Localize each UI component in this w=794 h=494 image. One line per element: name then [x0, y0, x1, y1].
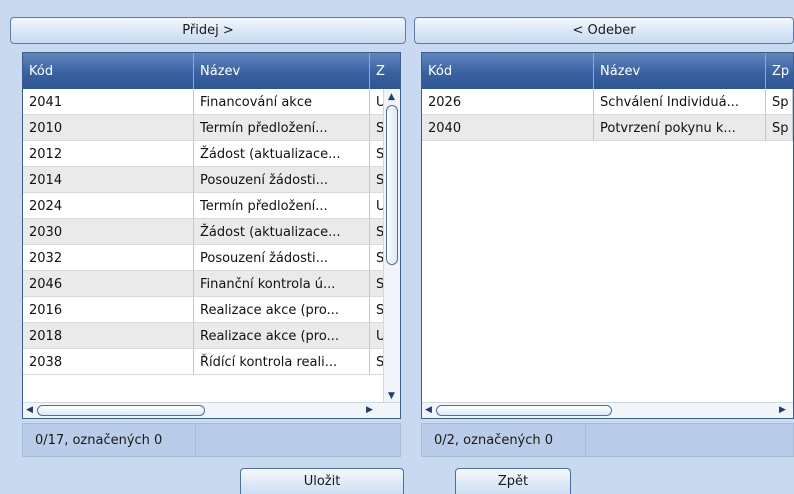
- column-header-name[interactable]: Název: [594, 53, 766, 89]
- name-cell: Posouzení žádosti...: [194, 245, 370, 271]
- name-cell: Žádost (aktualizace...: [194, 219, 370, 245]
- grid-rows: 2026 Schválení Individuá... Sp 2040 Potvrzen…: [422, 89, 793, 141]
- horizontal-scroll-thumb[interactable]: [37, 405, 205, 416]
- table-row[interactable]: 2038 Řídící kontrola reali... S: [23, 349, 400, 375]
- code-cell: 2041: [23, 89, 194, 115]
- name-cell: Financování akce: [194, 89, 370, 115]
- right-selection-count: 0/2, označených 0: [422, 424, 586, 456]
- code-cell: 2038: [23, 349, 194, 375]
- selected-items-grid[interactable]: Kód Název Zp 2026 Schválení Individuá... S…: [421, 52, 794, 419]
- name-cell: Posouzení žádosti...: [194, 167, 370, 193]
- code-cell: 2018: [23, 323, 194, 349]
- table-row[interactable]: 2016 Realizace akce (pro... S: [23, 297, 400, 323]
- add-button[interactable]: Přidej >: [10, 17, 406, 44]
- name-cell: Finanční kontrola ú...: [194, 271, 370, 297]
- extra-cell: Sp: [766, 89, 793, 115]
- scroll-left-arrow-icon[interactable]: ◀: [26, 405, 33, 415]
- name-cell: Žádost (aktualizace...: [194, 141, 370, 167]
- scroll-down-arrow-icon[interactable]: ▼: [388, 391, 395, 401]
- extra-cell: Sp: [766, 115, 793, 141]
- grid-header: Kód Název Zp: [422, 53, 793, 89]
- remove-button[interactable]: < Odeber: [414, 17, 794, 44]
- table-row[interactable]: 2026 Schválení Individuá... Sp: [422, 89, 793, 115]
- name-cell: Schválení Individuá...: [594, 89, 766, 115]
- column-header-code[interactable]: Kód: [23, 53, 194, 89]
- left-selection-count: 0/17, označených 0: [23, 424, 196, 456]
- horizontal-scrollbar[interactable]: ◀ ▶: [422, 402, 793, 418]
- table-row[interactable]: 2014 Posouzení žádosti... S: [23, 167, 400, 193]
- grid-header: Kód Název Z: [23, 53, 400, 89]
- code-cell: 2040: [422, 115, 594, 141]
- code-cell: 2016: [23, 297, 194, 323]
- name-cell: Řídící kontrola reali...: [194, 349, 370, 375]
- available-items-grid[interactable]: Kód Název Z 2041 Financování akce U 2010 Ter…: [22, 52, 401, 419]
- name-cell: Termín předložení...: [194, 115, 370, 141]
- name-cell: Realizace akce (pro...: [194, 323, 370, 349]
- vertical-scroll-thumb[interactable]: [386, 105, 398, 265]
- table-row[interactable]: 2046 Finanční kontrola ú... S: [23, 271, 400, 297]
- horizontal-scroll-thumb[interactable]: [436, 405, 612, 416]
- column-header-code[interactable]: Kód: [422, 53, 594, 89]
- column-header-extra[interactable]: Z: [370, 53, 400, 89]
- scroll-right-arrow-icon[interactable]: ▶: [366, 405, 373, 415]
- code-cell: 2032: [23, 245, 194, 271]
- scroll-left-arrow-icon[interactable]: ◀: [425, 405, 432, 415]
- scroll-up-arrow-icon[interactable]: ▲: [388, 92, 395, 102]
- horizontal-scrollbar[interactable]: ◀ ▶: [23, 402, 400, 418]
- code-cell: 2012: [23, 141, 194, 167]
- table-row[interactable]: 2018 Realizace akce (pro... U: [23, 323, 400, 349]
- save-button[interactable]: Uložit: [240, 468, 404, 494]
- left-status-bar: 0/17, označených 0: [22, 423, 401, 457]
- table-row[interactable]: 2024 Termín předložení... U: [23, 193, 400, 219]
- table-row[interactable]: 2032 Posouzení žádosti... S: [23, 245, 400, 271]
- code-cell: 2024: [23, 193, 194, 219]
- code-cell: 2030: [23, 219, 194, 245]
- vertical-scrollbar[interactable]: ▲ ▼: [383, 89, 400, 404]
- scroll-right-arrow-icon[interactable]: ▶: [779, 405, 786, 415]
- table-row[interactable]: 2012 Žádost (aktualizace... S: [23, 141, 400, 167]
- code-cell: 2014: [23, 167, 194, 193]
- table-row[interactable]: 2030 Žádost (aktualizace... S: [23, 219, 400, 245]
- code-cell: 2046: [23, 271, 194, 297]
- table-row[interactable]: 2010 Termín předložení... S: [23, 115, 400, 141]
- table-row[interactable]: 2041 Financování akce U: [23, 89, 400, 115]
- name-cell: Realizace akce (pro...: [194, 297, 370, 323]
- back-button[interactable]: Zpět: [455, 468, 571, 494]
- grid-rows: 2041 Financování akce U 2010 Termín předlože…: [23, 89, 400, 375]
- name-cell: Potvrzení pokynu k...: [594, 115, 766, 141]
- name-cell: Termín předložení...: [194, 193, 370, 219]
- column-header-name[interactable]: Název: [194, 53, 370, 89]
- code-cell: 2010: [23, 115, 194, 141]
- table-row[interactable]: 2040 Potvrzení pokynu k... Sp: [422, 115, 793, 141]
- right-status-bar: 0/2, označených 0: [421, 423, 794, 457]
- code-cell: 2026: [422, 89, 594, 115]
- column-header-extra[interactable]: Zp: [766, 53, 793, 89]
